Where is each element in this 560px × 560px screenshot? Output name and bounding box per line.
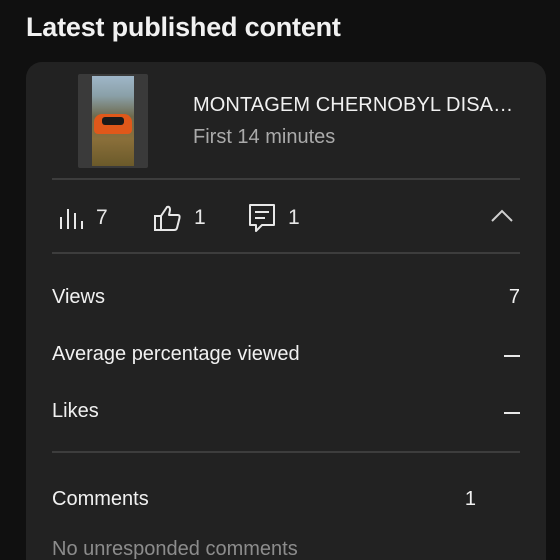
views-stat: 7 [58, 198, 108, 238]
metric-value: 7 [508, 286, 520, 308]
thumbs-up-icon [152, 203, 182, 233]
video-subtitle: First 14 minutes [193, 126, 336, 148]
comments-stat: 1 [248, 198, 300, 238]
bar-chart-icon [58, 205, 84, 231]
stats-row: 7 1 1 [52, 198, 520, 238]
views-count: 7 [96, 206, 108, 229]
video-row[interactable]: MONTAGEM CHERNOBYL DISA… First 14 minute… [52, 74, 522, 172]
no-data-dash [504, 355, 520, 357]
comment-icon [248, 203, 276, 233]
metric-label: Likes [52, 400, 99, 422]
divider-comments [52, 451, 520, 453]
likes-count: 1 [194, 206, 206, 229]
divider-top [52, 178, 520, 180]
comments-count: 1 [288, 206, 300, 229]
comments-label: Comments [52, 488, 149, 510]
video-thumbnail[interactable] [78, 74, 148, 168]
no-data-dash [504, 412, 520, 414]
section-title: Latest published content [26, 12, 341, 42]
likes-stat: 1 [152, 198, 206, 238]
video-title[interactable]: MONTAGEM CHERNOBYL DISA… [193, 94, 513, 117]
comments-status: No unresponded comments [52, 538, 298, 560]
thumbnail-car-shape [94, 114, 132, 134]
metric-label: Average percentage viewed [52, 343, 300, 365]
metric-label: Views [52, 286, 105, 308]
screen: Latest published content MONTAGEM CHERNO… [0, 0, 560, 560]
comments-value: 1 [464, 488, 476, 510]
chevron-up-icon[interactable] [490, 206, 514, 231]
divider-stats [52, 252, 520, 254]
